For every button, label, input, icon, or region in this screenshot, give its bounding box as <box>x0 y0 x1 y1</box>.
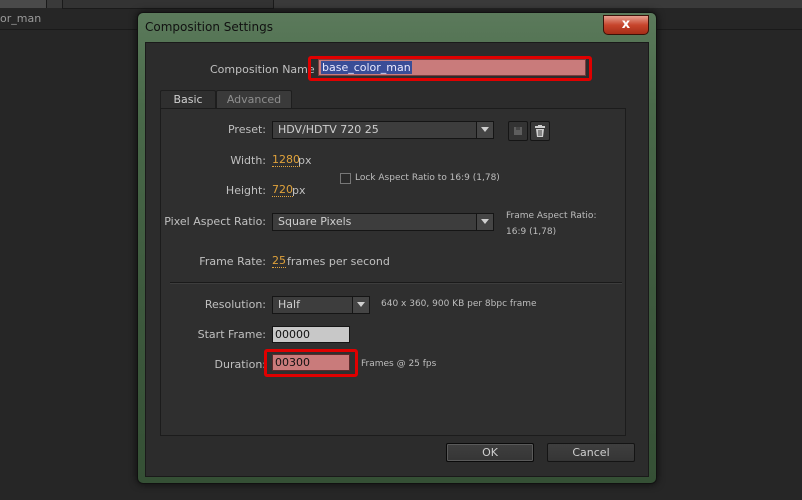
app-panel-tab-2[interactable] <box>62 0 274 9</box>
preset-value: HDV/HDTV 720 25 <box>278 123 379 136</box>
height-value[interactable]: 720 <box>272 184 293 197</box>
floppy-icon <box>514 127 522 135</box>
resolution-info: 640 x 360, 900 KB per 8bpc frame <box>381 299 537 309</box>
pixel-aspect-select[interactable]: Square Pixels <box>272 213 494 231</box>
resolution-select[interactable]: Half <box>272 296 370 314</box>
section-divider-highlight <box>170 283 622 284</box>
frame-aspect-label: Frame Aspect Ratio: <box>506 211 597 221</box>
preset-label: Preset: <box>227 123 266 136</box>
delete-preset-button[interactable] <box>530 121 550 141</box>
ok-button[interactable]: OK <box>446 443 534 462</box>
height-unit: px <box>292 184 306 197</box>
composition-name-value: base_color_man <box>321 61 412 74</box>
duration-input[interactable]: 00300 <box>272 354 350 371</box>
width-label: Width: <box>230 154 266 167</box>
chevron-down-icon <box>352 297 369 313</box>
pixel-aspect-label: Pixel Aspect Ratio: <box>164 215 266 228</box>
resolution-label: Resolution: <box>204 298 266 311</box>
dialog-title: Composition Settings <box>145 20 273 34</box>
composition-name-label: Composition Name <box>210 63 315 76</box>
frame-rate-label: Frame Rate: <box>199 255 266 268</box>
start-frame-input[interactable]: 00000 <box>272 326 350 343</box>
duration-label: Duration: <box>214 358 266 371</box>
close-icon: x <box>621 17 631 32</box>
lock-aspect-label: Lock Aspect Ratio to 16:9 (1,78) <box>355 173 500 183</box>
save-preset-button[interactable] <box>508 121 528 141</box>
composition-settings-dialog: Composition Settings x Composition Name … <box>137 12 657 484</box>
frame-rate-value[interactable]: 25 <box>272 255 286 268</box>
preset-select[interactable]: HDV/HDTV 720 25 <box>272 121 494 139</box>
start-frame-label: Start Frame: <box>197 328 266 341</box>
resolution-value: Half <box>278 298 300 311</box>
dialog-content: Composition Name base_color_man Basic Ad… <box>145 42 649 477</box>
close-button[interactable]: x <box>603 15 649 35</box>
lock-aspect-checkbox[interactable] <box>340 173 351 184</box>
frame-rate-unit: frames per second <box>287 255 390 268</box>
width-value[interactable]: 1280 <box>272 154 300 167</box>
width-unit: px <box>298 154 312 167</box>
cancel-button[interactable]: Cancel <box>547 443 635 462</box>
height-label: Height: <box>225 184 266 197</box>
chevron-down-icon <box>476 214 493 230</box>
trash-icon <box>535 125 545 137</box>
pixel-aspect-value: Square Pixels <box>278 215 352 228</box>
tab-advanced[interactable]: Advanced <box>216 90 292 108</box>
chevron-down-icon <box>476 122 493 138</box>
app-panel-label: or_man <box>0 12 42 25</box>
frame-aspect-value: 16:9 (1,78) <box>506 227 557 237</box>
duration-info: Frames @ 25 fps <box>361 359 437 369</box>
tab-basic[interactable]: Basic <box>160 90 216 108</box>
composition-name-input[interactable]: base_color_man <box>318 59 586 76</box>
app-panel-tab[interactable] <box>0 0 47 8</box>
